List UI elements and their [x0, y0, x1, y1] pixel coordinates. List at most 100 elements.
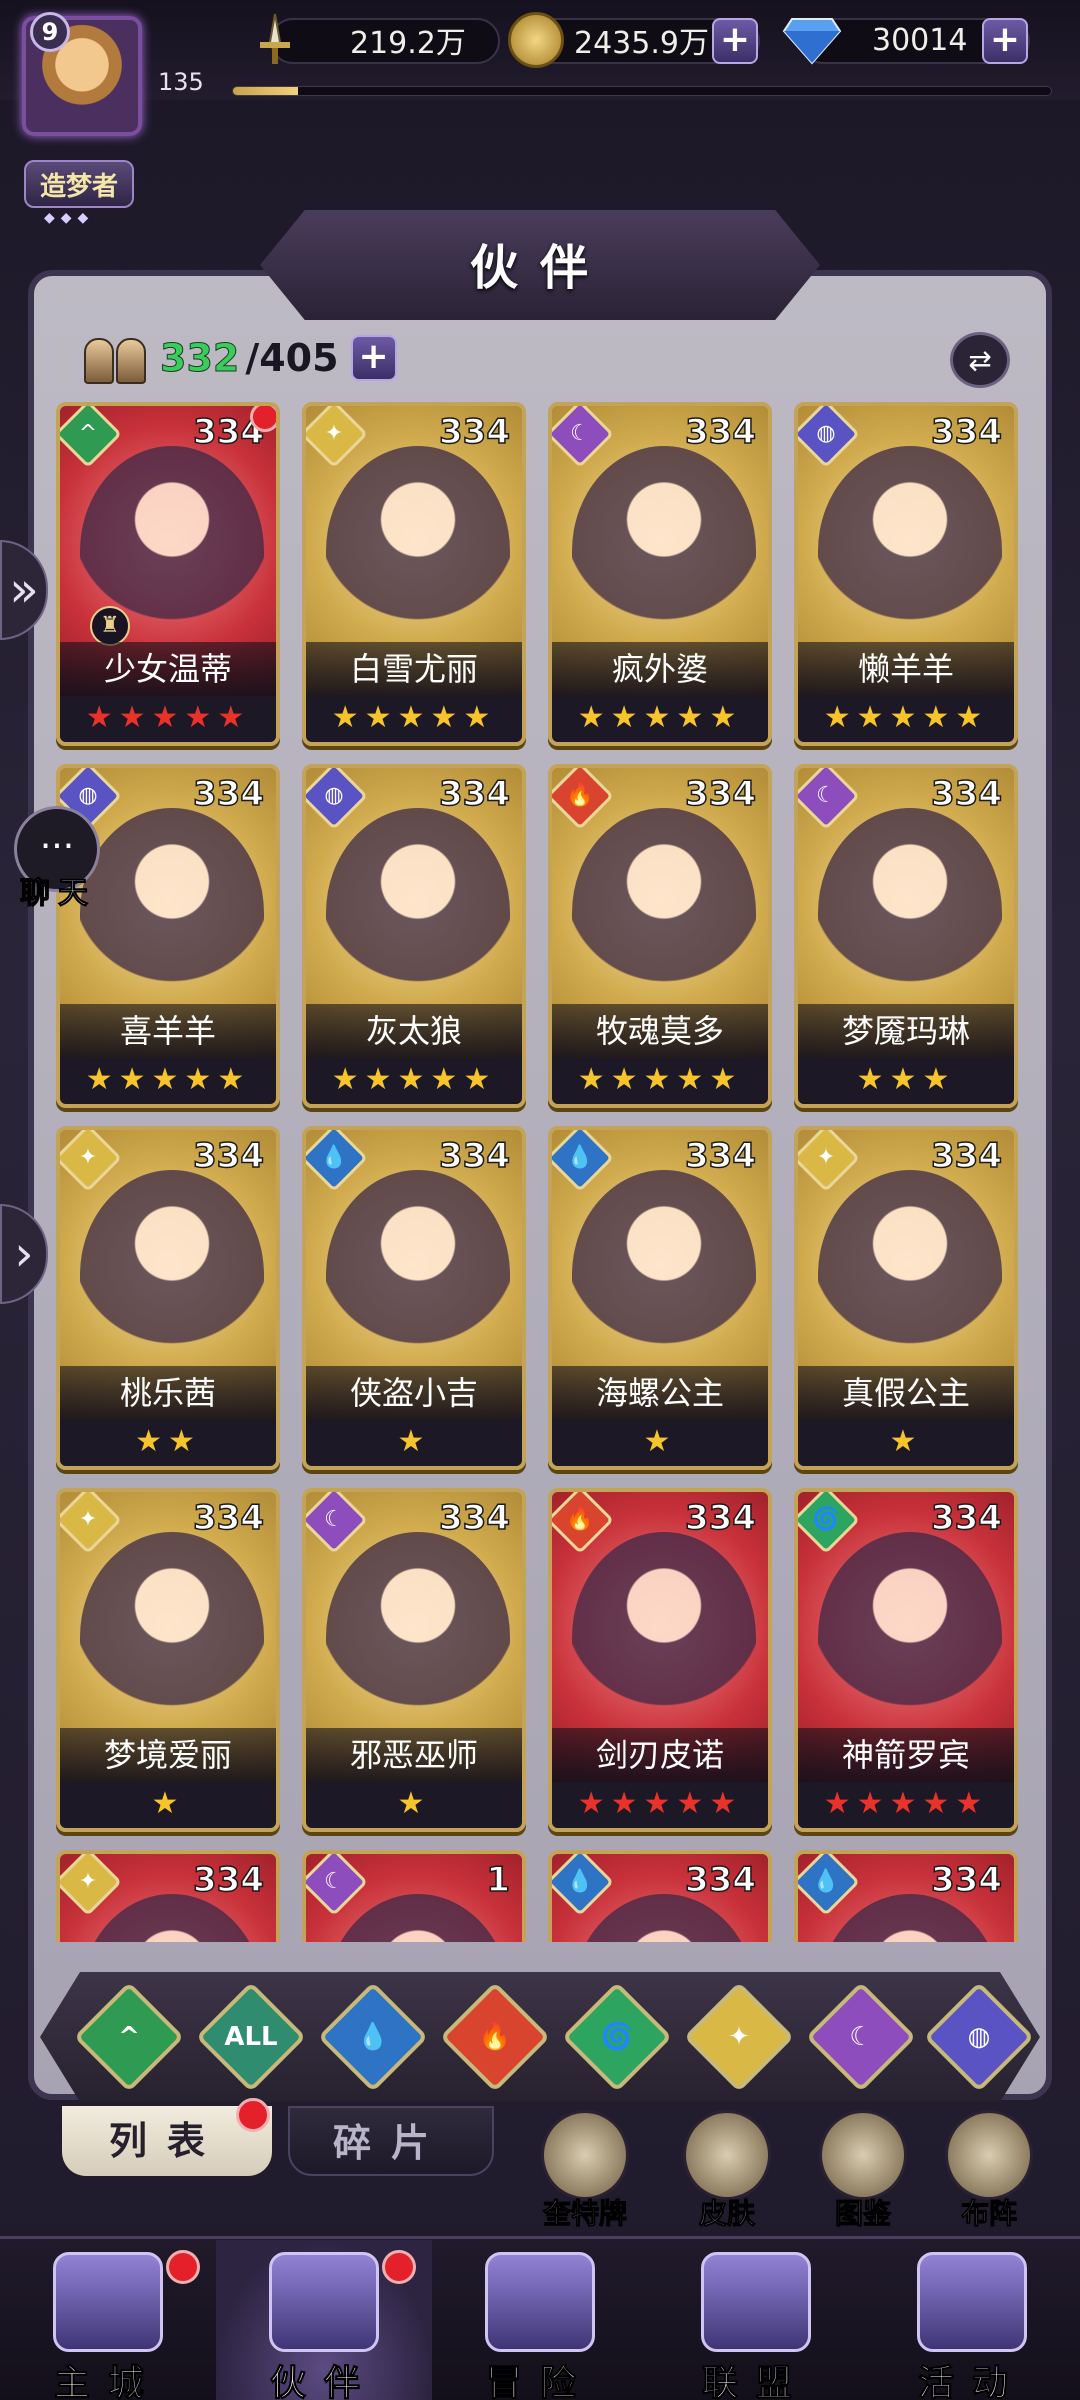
partner-name: 灰太狼	[306, 1004, 522, 1058]
quick-action-button[interactable]: 皮肤	[672, 2110, 782, 2232]
partner-name: 牧魂莫多	[552, 1004, 768, 1058]
partner-card[interactable]: 🌀 334 神箭罗宾 ★★★★★	[794, 1488, 1018, 1832]
partner-owned-count: 332	[159, 336, 240, 381]
partner-card[interactable]: ☾ 334 梦魇玛琳 ★★★	[794, 764, 1018, 1108]
light-element-icon: ✦	[60, 1130, 122, 1192]
nav-icon	[701, 2252, 811, 2352]
partner-card[interactable]: 💧 334	[548, 1850, 772, 1942]
partner-stars: ★	[306, 1420, 522, 1466]
partner-level: 334	[438, 773, 510, 815]
partner-grid: ^ 334 ♜ 少女温蒂 ★★★★★ ✦ 334 白雪尤丽 ★★★★★ ☾ 334 疯外婆 ★★★★★ ◍…	[56, 402, 1024, 1942]
partner-level: 334	[438, 1135, 510, 1177]
partner-card[interactable]: 🔥 334 剑刃皮诺 ★★★★★	[548, 1488, 772, 1832]
nav-item[interactable]: 活动	[864, 2240, 1080, 2400]
partner-portrait	[818, 446, 1002, 656]
partner-stars: ★★★★★	[552, 1782, 768, 1828]
partner-count: 332 /405 +	[84, 332, 397, 384]
partner-level: 334	[684, 411, 756, 453]
partner-name: 喜羊羊	[60, 1004, 276, 1058]
water-element-icon: 💧	[552, 1854, 614, 1916]
nav-notification-dot	[166, 2250, 200, 2284]
partner-level: 334	[684, 1859, 756, 1901]
player-title-badge[interactable]: 造梦者	[24, 160, 134, 208]
partner-level: 1	[486, 1859, 511, 1901]
add-diamond-button[interactable]: +	[982, 18, 1028, 64]
light-filter-icon: ✦	[728, 2022, 750, 2052]
partner-card[interactable]: ◍ 334 喜羊羊 ★★★★★	[56, 764, 280, 1108]
diamond-icon	[782, 18, 842, 65]
partner-name: 梦境爱丽	[60, 1728, 276, 1782]
partner-portrait	[80, 1170, 264, 1380]
light-element-icon: ✦	[798, 1130, 860, 1192]
quick-action-icon	[683, 2110, 771, 2200]
partner-card[interactable]: 🔥 334 牧魂莫多 ★★★★★	[548, 764, 772, 1108]
add-partner-slots-button[interactable]: +	[350, 335, 397, 381]
exp-bar-fill	[233, 87, 299, 95]
partner-stars: ★★★★★	[798, 1782, 1014, 1828]
quick-action-button[interactable]: 布阵	[934, 2110, 1044, 2232]
partner-card[interactable]: ☾ 334 疯外婆 ★★★★★	[548, 402, 772, 746]
dark-element-icon: ☾	[798, 768, 860, 830]
partner-name: 梦魇玛琳	[798, 1004, 1014, 1058]
nav-item[interactable]: 冒险	[432, 2240, 648, 2400]
water-element-icon: 💧	[306, 1130, 368, 1192]
partner-stars: ★	[552, 1420, 768, 1466]
player-level-badge: 9	[30, 12, 70, 52]
nav-item[interactable]: 联盟	[648, 2240, 864, 2400]
partner-card[interactable]: ✦ 334 白雪尤丽 ★★★★★	[302, 402, 526, 746]
nav-notification-dot	[382, 2250, 416, 2284]
partner-name: 侠盗小吉	[306, 1366, 522, 1420]
partner-name: 神箭罗宾	[798, 1728, 1014, 1782]
partner-level: 334	[930, 1497, 1002, 1539]
dark-element-icon: ☾	[306, 1854, 368, 1916]
dark-element-icon: ☾	[552, 406, 614, 468]
partner-card[interactable]: ✦ 334 真假公主 ★	[794, 1126, 1018, 1470]
player-avatar-area[interactable]: 9	[8, 6, 158, 156]
sword-icon	[260, 13, 290, 64]
fire-filter-icon: 🔥	[478, 2022, 512, 2052]
sort-toggle-button[interactable]: ⇄	[950, 332, 1010, 388]
partner-card[interactable]: 💧 334	[794, 1850, 1018, 1942]
partner-card[interactable]: ◍ 334 灰太狼 ★★★★★	[302, 764, 526, 1108]
partner-portrait	[326, 1170, 510, 1380]
partner-stars: ★★★★★	[60, 696, 276, 742]
partner-total-count: /405	[245, 336, 339, 380]
partner-level: 334	[192, 1497, 264, 1539]
gold-coin-icon	[508, 12, 564, 68]
gold-display: 2435.9万	[508, 12, 709, 68]
partner-card[interactable]: ☾ 334 邪恶巫师 ★	[302, 1488, 526, 1832]
partner-card[interactable]: ✦ 334 桃乐茜 ★★	[56, 1126, 280, 1470]
partner-card[interactable]: ◍ 334 懒羊羊 ★★★★★	[794, 402, 1018, 746]
water-element-icon: 💧	[552, 1130, 614, 1192]
partner-portrait	[818, 808, 1002, 1018]
nav-icon	[917, 2252, 1027, 2352]
partner-card[interactable]: ☾ 1	[302, 1850, 526, 1942]
partner-name: 懒羊羊	[798, 642, 1014, 696]
nav-label: 主城	[53, 2363, 162, 2400]
quick-action-button[interactable]: 图鉴	[808, 2110, 918, 2232]
partner-card[interactable]: 💧 334 侠盗小吉 ★	[302, 1126, 526, 1470]
partner-stars: ★★★★★	[798, 696, 1014, 742]
partner-name: 少女温蒂	[60, 642, 276, 696]
wind-element-icon: 🌀	[798, 1492, 860, 1554]
quick-action-label: 奎特牌	[542, 2197, 627, 2231]
partner-card[interactable]: ✦ 334	[56, 1850, 280, 1942]
title-rank-dots: ◆◆◆	[44, 210, 95, 226]
partner-card[interactable]: ^ 334 ♜ 少女温蒂 ★★★★★	[56, 402, 280, 746]
partner-card[interactable]: ✦ 334 梦境爱丽 ★	[56, 1488, 280, 1832]
partner-card[interactable]: 💧 334 海螺公主 ★	[548, 1126, 772, 1470]
partner-level: 334	[930, 1135, 1002, 1177]
add-gold-button[interactable]: +	[712, 18, 758, 64]
quick-action-button[interactable]: 奎特牌	[530, 2110, 640, 2232]
partner-portrait	[572, 446, 756, 656]
lock-icon: ♜	[90, 606, 130, 646]
fire-element-icon: 🔥	[552, 1492, 614, 1554]
quick-action-label: 布阵	[960, 2197, 1017, 2231]
nav-label: 冒险	[485, 2363, 594, 2400]
tab-fragments[interactable]: 碎片	[288, 2106, 494, 2176]
partner-level: 334	[192, 1859, 264, 1901]
partner-level: 334	[930, 773, 1002, 815]
nav-icon	[485, 2252, 595, 2352]
exp-bar	[232, 86, 1052, 96]
space-element-icon: ◍	[306, 768, 368, 830]
